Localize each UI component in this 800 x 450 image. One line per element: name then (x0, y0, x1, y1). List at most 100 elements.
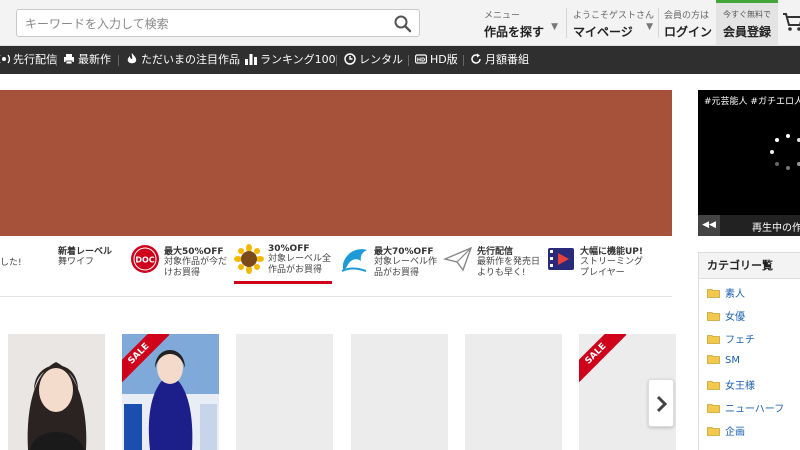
greeting-label: ようこそゲストさん (573, 11, 655, 21)
doc-badge-icon: DOC (131, 245, 159, 273)
category-item-fetish[interactable]: フェチ (707, 331, 755, 347)
hd-icon: HD (415, 54, 427, 64)
player-tags: #元芸能人 #ガチエロ人 (704, 97, 800, 107)
mypage-label: マイページ (573, 25, 633, 39)
register-label: 会員登録 (722, 25, 771, 39)
divider (336, 55, 337, 66)
promo-line: 作品がお買得 (268, 265, 323, 275)
nav-label: ただいまの注目作品 (141, 53, 240, 66)
chevron-right-icon (656, 395, 668, 413)
nav-item-monthly[interactable]: 月額番組 (470, 46, 529, 74)
dolphin-icon (341, 249, 367, 272)
hero-banner[interactable] (0, 90, 672, 236)
promo-line: 最新作を発売日 (477, 257, 541, 267)
video-player[interactable]: #元芸能人 #ガチエロ人 ◀◀ 再生中の作 (698, 90, 800, 236)
promo-line: 品がお買得 (374, 268, 420, 278)
category-item-newhalf[interactable]: ニューハーフ (707, 400, 784, 416)
player-control-bar: ◀◀ 再生中の作 (698, 215, 800, 236)
product-image (8, 334, 105, 450)
search-input[interactable] (25, 14, 395, 34)
category-label: 女王様 (725, 381, 755, 392)
promo-title: 最大70%OFF (374, 247, 434, 257)
promo-title: 30%OFF (268, 244, 310, 254)
prev-button[interactable]: ◀◀ (698, 215, 720, 236)
nav-item-trending[interactable]: ただいまの注目作品 (126, 46, 240, 74)
menu-small-label: メニュー (484, 11, 521, 21)
category-item-amateur[interactable]: 素人 (707, 285, 745, 301)
nav-item-ranking[interactable]: ランキング100 (245, 46, 336, 74)
divider (658, 8, 659, 38)
cart-icon[interactable] (782, 12, 800, 32)
promo-line: した! (0, 258, 22, 268)
product-thumbnail[interactable] (351, 334, 448, 450)
site-header: メニュー 作品を探す ▼ ようこそゲストさん マイページ ▼ 会員の方は ログイ… (0, 0, 800, 46)
product-thumbnail[interactable] (8, 334, 105, 450)
refresh-icon (471, 53, 481, 64)
nav-item-newest[interactable]: 最新作 (63, 46, 111, 74)
nav-label: レンタル (359, 53, 403, 66)
divider (118, 55, 119, 66)
sale-ribbon: SALE (579, 334, 627, 385)
svg-text:DOC: DOC (135, 256, 154, 265)
menu-mypage[interactable]: ようこそゲストさん マイページ ▼ (573, 0, 655, 46)
category-item-planning[interactable]: 企画 (707, 423, 745, 439)
divider (408, 55, 409, 66)
category-list-box: カテゴリー覧 素人 女優 フェチ SM 女王様 ニューハーフ 企画 (698, 252, 800, 450)
active-promo-underline (234, 281, 332, 284)
login-link[interactable]: 会員の方は ログイン (664, 0, 712, 46)
promo-line: プレイヤー (580, 268, 625, 278)
divider (463, 55, 464, 66)
category-label: フェチ (725, 335, 755, 346)
promo-line: 舞ワイフ (58, 257, 95, 267)
promo-line: けお買得 (164, 268, 201, 278)
folder-icon (707, 335, 720, 344)
login-label: ログイン (664, 25, 713, 39)
product-thumbnail[interactable] (465, 334, 562, 450)
promo-line: 対象作品が今だ (164, 257, 228, 267)
product-thumbnail[interactable] (236, 334, 333, 450)
category-item-sm[interactable]: SM (707, 354, 740, 370)
film-player-icon (548, 248, 574, 270)
menu-find-works[interactable]: メニュー 作品を探す ▼ (484, 0, 558, 46)
category-list-title: カテゴリー覧 (699, 253, 800, 279)
loading-spinner-icon (770, 134, 800, 170)
caret-down-icon: ▼ (551, 22, 558, 32)
nav-item-rental[interactable]: レンタル (344, 46, 403, 74)
promo-title: 最大50%OFF (164, 247, 224, 257)
promo-title: 大幅に機能UP! (580, 247, 644, 257)
carousel-next-button[interactable] (648, 379, 674, 427)
search-box[interactable] (16, 9, 420, 37)
search-icon[interactable] (393, 14, 413, 34)
category-label: SM (725, 355, 740, 366)
category-item-queen[interactable]: 女王様 (707, 377, 755, 393)
promo-title: 先行配信 (477, 247, 514, 257)
flame-icon (127, 53, 137, 64)
menu-big-label: 作品を探す (484, 25, 545, 39)
nav-item-early-release[interactable]: 先行配信 (0, 46, 57, 74)
promo-title: 新着レーベル (58, 247, 113, 257)
category-label: 女優 (725, 312, 745, 323)
login-small-label: 会員の方は (664, 11, 710, 21)
register-small-label: 今すぐ無料で (723, 10, 771, 19)
broadcast-icon (0, 54, 10, 64)
category-label: 企画 (725, 427, 745, 438)
category-item-actress[interactable]: 女優 (707, 308, 745, 324)
promo-line: ストリーミング (580, 257, 644, 267)
folder-icon (707, 355, 720, 364)
nav-label: 最新作 (78, 53, 111, 66)
divider (237, 55, 238, 66)
product-thumbnail[interactable]: SALE (122, 334, 219, 450)
promo-line: 対象レーベル作 (374, 257, 438, 267)
nav-label: HD版 (430, 53, 458, 66)
nav-item-hd[interactable]: HD HD版 (415, 46, 458, 74)
nav-label: ランキング100 (260, 53, 336, 66)
divider (56, 55, 57, 66)
caret-down-icon: ▼ (646, 22, 653, 32)
sunflower-icon (234, 244, 264, 274)
folder-icon (707, 427, 720, 436)
register-button[interactable]: 今すぐ無料で 会員登録 (716, 0, 778, 46)
nav-label: 先行配信 (13, 53, 57, 66)
promo-line: よりも早く! (477, 268, 526, 278)
svg-text:HD: HD (417, 57, 425, 63)
category-nav-bar: 先行配信 最新作 ただいまの注目作品 ランキング100 レンタル HD HD版 月… (0, 46, 800, 74)
